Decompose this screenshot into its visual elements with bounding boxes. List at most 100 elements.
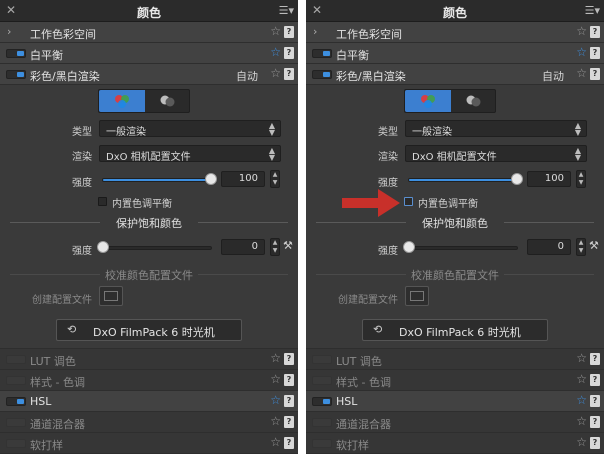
panel-menu-icon[interactable]: ☰▾ xyxy=(585,4,600,17)
module-row-hsl[interactable]: HSL ☆ ? xyxy=(306,391,604,412)
help-icon[interactable]: ? xyxy=(590,68,600,80)
star-icon[interactable]: ☆ xyxy=(270,351,281,365)
render-select[interactable]: DxO 相机配置文件 ▲ ▼ xyxy=(99,145,281,163)
star-icon[interactable]: ☆ xyxy=(576,393,587,407)
protect-intensity-value-field[interactable]: 0 xyxy=(527,239,571,255)
intensity-slider[interactable] xyxy=(102,173,217,185)
magic-wand-icon[interactable]: ⚒ xyxy=(283,239,293,252)
module-toggle[interactable] xyxy=(312,376,332,385)
panel-menu-icon[interactable]: ☰▾ xyxy=(279,4,294,17)
help-icon[interactable]: ? xyxy=(590,353,600,365)
color-mode-button[interactable] xyxy=(405,90,451,112)
white-balance-row[interactable]: 白平衡 ☆ ? xyxy=(306,43,604,64)
help-icon[interactable]: ? xyxy=(284,47,294,59)
help-icon[interactable]: ? xyxy=(284,395,294,407)
star-icon[interactable]: ☆ xyxy=(576,351,587,365)
working-color-space-row[interactable]: › 工作色彩空间 ☆ ? xyxy=(306,22,604,43)
auto-badge[interactable]: 自动 xyxy=(542,68,564,84)
protect-intensity-slider[interactable] xyxy=(97,241,212,253)
module-toggle[interactable] xyxy=(312,439,332,448)
intensity-slider-knob[interactable] xyxy=(205,173,217,185)
chevron-right-icon[interactable]: › xyxy=(313,25,317,38)
module-row-style-tone[interactable]: 样式 - 色调 ☆ ? xyxy=(306,370,604,391)
star-icon[interactable]: ☆ xyxy=(270,393,281,407)
star-icon[interactable]: ☆ xyxy=(576,435,587,449)
module-row-soft-proofing[interactable]: 软打样 ☆ ? xyxy=(0,433,298,454)
module-toggle[interactable] xyxy=(6,439,26,448)
auto-badge[interactable]: 自动 xyxy=(236,68,258,84)
type-select[interactable]: 一般渲染 ▲ ▼ xyxy=(99,120,281,138)
color-mode-button[interactable] xyxy=(99,90,145,112)
module-toggle[interactable] xyxy=(312,397,332,406)
color-bw-rendering-toggle[interactable] xyxy=(6,70,26,79)
create-profile-button[interactable] xyxy=(405,286,429,306)
bw-mode-button[interactable] xyxy=(145,90,191,112)
white-balance-toggle[interactable] xyxy=(312,49,332,58)
create-profile-button[interactable] xyxy=(99,286,123,306)
module-row-style-tone[interactable]: 样式 - 色调 ☆ ? xyxy=(0,370,298,391)
color-bw-rendering-row[interactable]: 彩色/黑白渲染 自动 ☆ ? xyxy=(306,64,604,85)
star-icon[interactable]: ☆ xyxy=(270,66,281,80)
protect-intensity-stepper[interactable]: ▲ ▼ xyxy=(270,238,280,256)
star-icon[interactable]: ☆ xyxy=(270,414,281,428)
help-icon[interactable]: ? xyxy=(590,26,600,38)
chevron-right-icon[interactable]: › xyxy=(7,25,11,38)
help-icon[interactable]: ? xyxy=(284,416,294,428)
help-icon[interactable]: ? xyxy=(284,353,294,365)
protect-intensity-stepper[interactable]: ▲ ▼ xyxy=(576,238,586,256)
white-balance-row[interactable]: 白平衡 ☆ ? xyxy=(0,43,298,64)
star-icon[interactable]: ☆ xyxy=(576,372,587,386)
module-row-lut[interactable]: LUT 调色 ☆ ? xyxy=(306,349,604,370)
module-row-channel-mixer[interactable]: 通道混合器 ☆ ? xyxy=(306,412,604,433)
module-row-soft-proofing[interactable]: 软打样 ☆ ? xyxy=(306,433,604,454)
module-row-channel-mixer[interactable]: 通道混合器 ☆ ? xyxy=(0,412,298,433)
type-select[interactable]: 一般渲染 ▲ ▼ xyxy=(405,120,587,138)
protect-slider-knob[interactable] xyxy=(97,241,109,253)
help-icon[interactable]: ? xyxy=(284,437,294,449)
help-icon[interactable]: ? xyxy=(284,26,294,38)
help-icon[interactable]: ? xyxy=(590,47,600,59)
white-balance-toggle[interactable] xyxy=(6,49,26,58)
star-icon[interactable]: ☆ xyxy=(270,24,281,38)
intensity-stepper[interactable]: ▲ ▼ xyxy=(576,170,586,188)
intensity-value-field[interactable]: 100 xyxy=(221,171,265,187)
color-bw-rendering-toggle[interactable] xyxy=(312,70,332,79)
help-icon[interactable]: ? xyxy=(284,68,294,80)
module-toggle[interactable] xyxy=(6,355,26,364)
module-toggle[interactable] xyxy=(6,397,26,406)
star-icon[interactable]: ☆ xyxy=(270,45,281,59)
intensity-slider-knob[interactable] xyxy=(511,173,523,185)
render-select[interactable]: DxO 相机配置文件 ▲ ▼ xyxy=(405,145,587,163)
help-icon[interactable]: ? xyxy=(590,395,600,407)
builtin-wb-checkbox[interactable] xyxy=(98,197,107,206)
module-toggle[interactable] xyxy=(6,376,26,385)
star-icon[interactable]: ☆ xyxy=(576,24,587,38)
protect-intensity-slider[interactable] xyxy=(403,241,518,253)
color-bw-rendering-row[interactable]: 彩色/黑白渲染 自动 ☆ ? xyxy=(0,64,298,85)
module-row-hsl[interactable]: HSL ☆ ? xyxy=(0,391,298,412)
module-toggle[interactable] xyxy=(6,418,26,427)
builtin-wb-checkbox[interactable] xyxy=(404,197,413,206)
filmpack-time-machine-button[interactable]: ⟲ DxO FilmPack 6 时光机 xyxy=(362,319,548,341)
star-icon[interactable]: ☆ xyxy=(576,66,587,80)
filmpack-time-machine-button[interactable]: ⟲ DxO FilmPack 6 时光机 xyxy=(56,319,242,341)
module-toggle[interactable] xyxy=(312,355,332,364)
intensity-value-field[interactable]: 100 xyxy=(527,171,571,187)
module-row-lut[interactable]: LUT 调色 ☆ ? xyxy=(0,349,298,370)
star-icon[interactable]: ☆ xyxy=(270,435,281,449)
module-toggle[interactable] xyxy=(312,418,332,427)
intensity-slider[interactable] xyxy=(408,173,523,185)
star-icon[interactable]: ☆ xyxy=(270,372,281,386)
help-icon[interactable]: ? xyxy=(590,374,600,386)
bw-mode-button[interactable] xyxy=(451,90,497,112)
protect-intensity-value-field[interactable]: 0 xyxy=(221,239,265,255)
working-color-space-row[interactable]: › 工作色彩空间 ☆ ? xyxy=(0,22,298,43)
protect-slider-knob[interactable] xyxy=(403,241,415,253)
help-icon[interactable]: ? xyxy=(590,416,600,428)
intensity-stepper[interactable]: ▲ ▼ xyxy=(270,170,280,188)
star-icon[interactable]: ☆ xyxy=(576,414,587,428)
help-icon[interactable]: ? xyxy=(590,437,600,449)
help-icon[interactable]: ? xyxy=(284,374,294,386)
star-icon[interactable]: ☆ xyxy=(576,45,587,59)
magic-wand-icon[interactable]: ⚒ xyxy=(589,239,599,252)
